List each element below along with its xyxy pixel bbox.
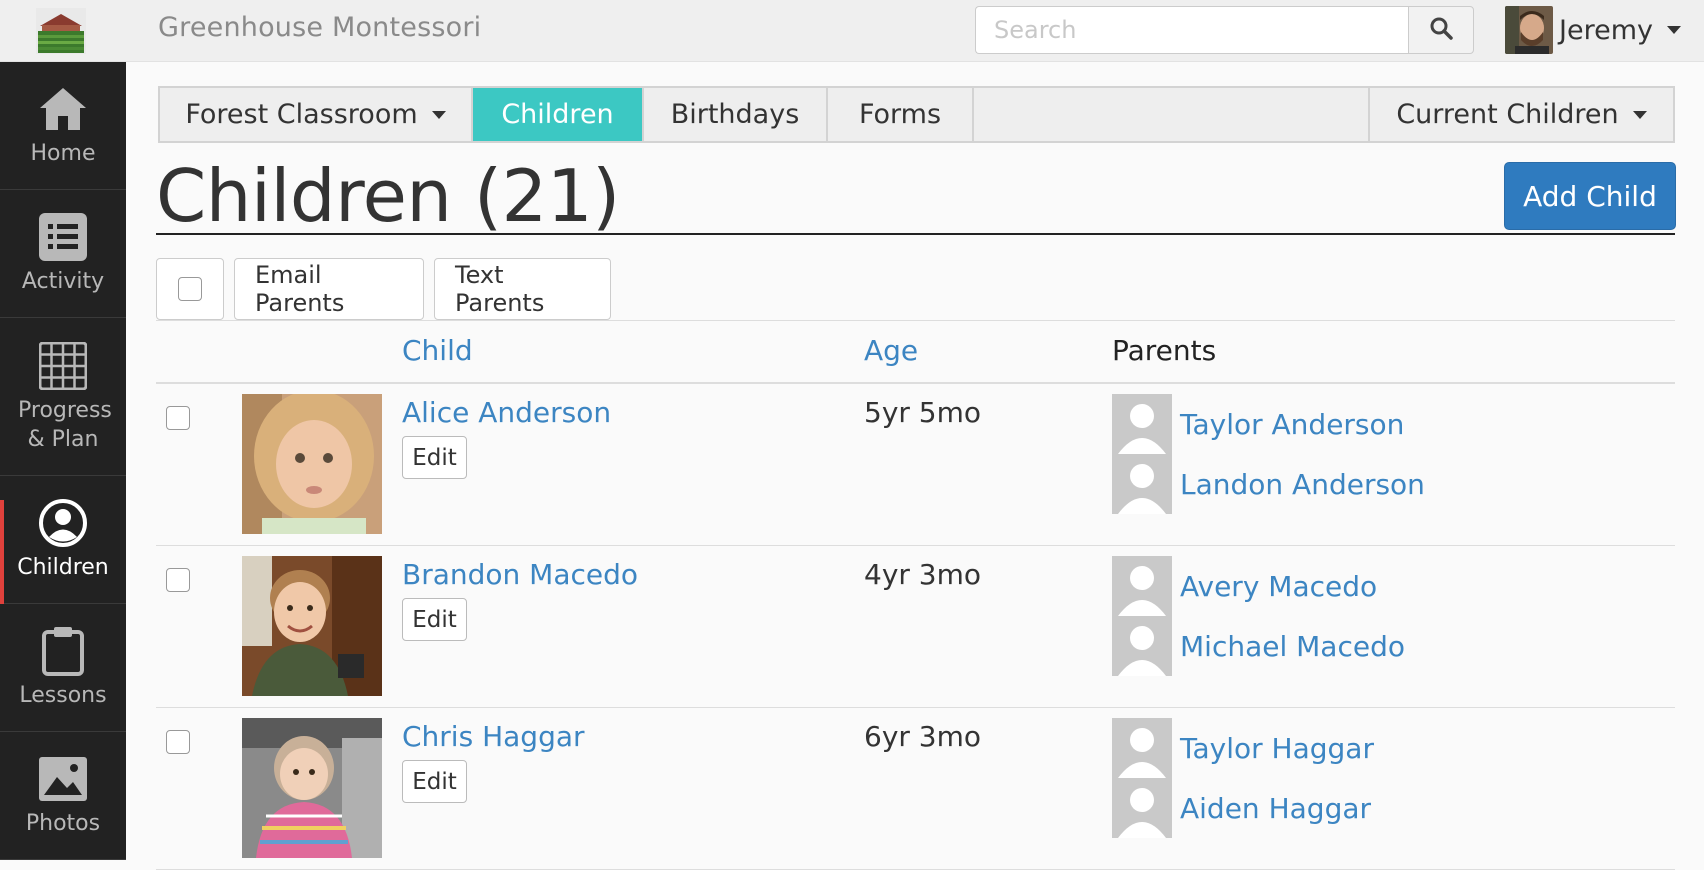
table-row: Chris Haggar Edit 6yr 3mo Taylor Haggar … xyxy=(156,708,1675,870)
default-avatar-icon xyxy=(1112,454,1172,514)
child-age: 4yr 3mo xyxy=(864,558,982,591)
text-parents-button[interactable]: Text Parents xyxy=(434,258,611,320)
school-name[interactable]: Greenhouse Montessori xyxy=(158,12,481,43)
sidebar-item-home[interactable]: Home xyxy=(0,62,126,190)
child-photo[interactable] xyxy=(242,556,382,696)
tab-birthdays[interactable]: Birthdays xyxy=(644,88,828,141)
parent-item: Avery Macedo xyxy=(1112,556,1405,616)
parents-list: Taylor Anderson Landon Anderson xyxy=(1112,394,1425,514)
parent-name-link[interactable]: Avery Macedo xyxy=(1180,570,1377,603)
sidebar-item-lessons[interactable]: Lessons xyxy=(0,604,126,732)
search-input[interactable] xyxy=(975,6,1408,54)
edit-child-button[interactable]: Edit xyxy=(402,760,467,803)
parents-list: Taylor Haggar Aiden Haggar xyxy=(1112,718,1374,838)
parents-list: Avery Macedo Michael Macedo xyxy=(1112,556,1405,676)
sidebar-item-children[interactable]: Children xyxy=(0,476,126,604)
default-avatar-icon xyxy=(1112,556,1172,616)
table-row: Brandon Macedo Edit 4yr 3mo Avery Macedo… xyxy=(156,546,1675,708)
child-age: 5yr 5mo xyxy=(864,396,982,429)
table-row: Alice Anderson Edit 5yr 5mo Taylor Ander… xyxy=(156,384,1675,546)
user-name: Jeremy xyxy=(1559,14,1653,46)
school-logo[interactable] xyxy=(36,8,86,54)
search-bar xyxy=(975,6,1474,54)
parent-name-link[interactable]: Taylor Haggar xyxy=(1180,732,1374,765)
chevron-down-icon xyxy=(1666,26,1681,34)
parent-item: Michael Macedo xyxy=(1112,616,1405,676)
page-title: Children (21) xyxy=(156,154,620,238)
select-all-checkbox[interactable] xyxy=(178,277,202,301)
title-divider xyxy=(156,233,1675,235)
column-header-age[interactable]: Age xyxy=(864,334,918,367)
sidebar-item-label: Children xyxy=(17,555,109,580)
child-name-link[interactable]: Brandon Macedo xyxy=(402,558,638,591)
child-name-link[interactable]: Chris Haggar xyxy=(402,720,585,753)
top-bar: Greenhouse Montessori Jeremy xyxy=(0,0,1704,62)
tab-forms[interactable]: Forms xyxy=(828,88,974,141)
sidebar-item-label: Progress & Plan xyxy=(18,397,112,452)
sidebar-item-activity[interactable]: Activity xyxy=(0,190,126,318)
parent-item: Taylor Haggar xyxy=(1112,718,1374,778)
sidebar-item-label: Home xyxy=(30,141,96,166)
sidebar-nav: Home Activity Progress & Plan Children L… xyxy=(0,62,126,860)
user-menu[interactable]: Jeremy xyxy=(1505,6,1681,54)
parent-name-link[interactable]: Landon Anderson xyxy=(1180,468,1425,501)
home-icon xyxy=(37,83,89,135)
sidebar-item-label: Activity xyxy=(21,269,105,294)
filter-dropdown[interactable]: Current Children xyxy=(1370,88,1673,141)
tab-children[interactable]: Children xyxy=(473,88,644,141)
row-checkbox[interactable] xyxy=(166,568,190,592)
list-icon xyxy=(37,211,89,263)
parent-item: Aiden Haggar xyxy=(1112,778,1374,838)
sidebar-item-progress-plan[interactable]: Progress & Plan xyxy=(0,318,126,476)
parent-item: Taylor Anderson xyxy=(1112,394,1425,454)
parent-name-link[interactable]: Aiden Haggar xyxy=(1180,792,1371,825)
row-checkbox[interactable] xyxy=(166,730,190,754)
person-circle-icon xyxy=(37,497,89,549)
child-photo[interactable] xyxy=(242,394,382,534)
child-age: 6yr 3mo xyxy=(864,720,982,753)
grid-icon xyxy=(37,340,89,392)
classroom-dropdown[interactable]: Forest Classroom xyxy=(160,88,473,141)
sidebar-item-photos[interactable]: Photos xyxy=(0,732,126,860)
section-tabs: Forest Classroom Children Birthdays Form… xyxy=(158,86,1675,143)
table-divider xyxy=(156,320,1675,321)
sidebar-item-label: Photos xyxy=(25,811,101,836)
chevron-down-icon xyxy=(1632,110,1647,119)
search-icon xyxy=(1429,16,1453,44)
tab-spacer xyxy=(974,88,1370,141)
sidebar-item-label: Lessons xyxy=(19,683,107,708)
clipboard-icon xyxy=(37,625,89,677)
edit-child-button[interactable]: Edit xyxy=(402,598,467,641)
row-checkbox[interactable] xyxy=(166,406,190,430)
chevron-down-icon xyxy=(431,110,446,119)
email-parents-button[interactable]: Email Parents xyxy=(234,258,424,320)
column-header-child[interactable]: Child xyxy=(402,334,473,367)
user-avatar xyxy=(1505,6,1553,54)
child-name-link[interactable]: Alice Anderson xyxy=(402,396,611,429)
bulk-actions: Email Parents Text Parents xyxy=(156,258,611,320)
default-avatar-icon xyxy=(1112,394,1172,454)
column-header-parents: Parents xyxy=(1112,334,1217,367)
search-button[interactable] xyxy=(1408,6,1474,54)
classroom-label: Forest Classroom xyxy=(185,99,418,130)
child-photo[interactable] xyxy=(242,718,382,858)
default-avatar-icon xyxy=(1112,778,1172,838)
parent-name-link[interactable]: Michael Macedo xyxy=(1180,630,1405,663)
default-avatar-icon xyxy=(1112,616,1172,676)
edit-child-button[interactable]: Edit xyxy=(402,436,467,479)
add-child-button[interactable]: Add Child xyxy=(1504,162,1676,230)
default-avatar-icon xyxy=(1112,718,1172,778)
parent-item: Landon Anderson xyxy=(1112,454,1425,514)
select-all-button[interactable] xyxy=(156,258,224,320)
photo-icon xyxy=(37,753,89,805)
filter-label: Current Children xyxy=(1396,99,1619,130)
parent-name-link[interactable]: Taylor Anderson xyxy=(1180,408,1404,441)
